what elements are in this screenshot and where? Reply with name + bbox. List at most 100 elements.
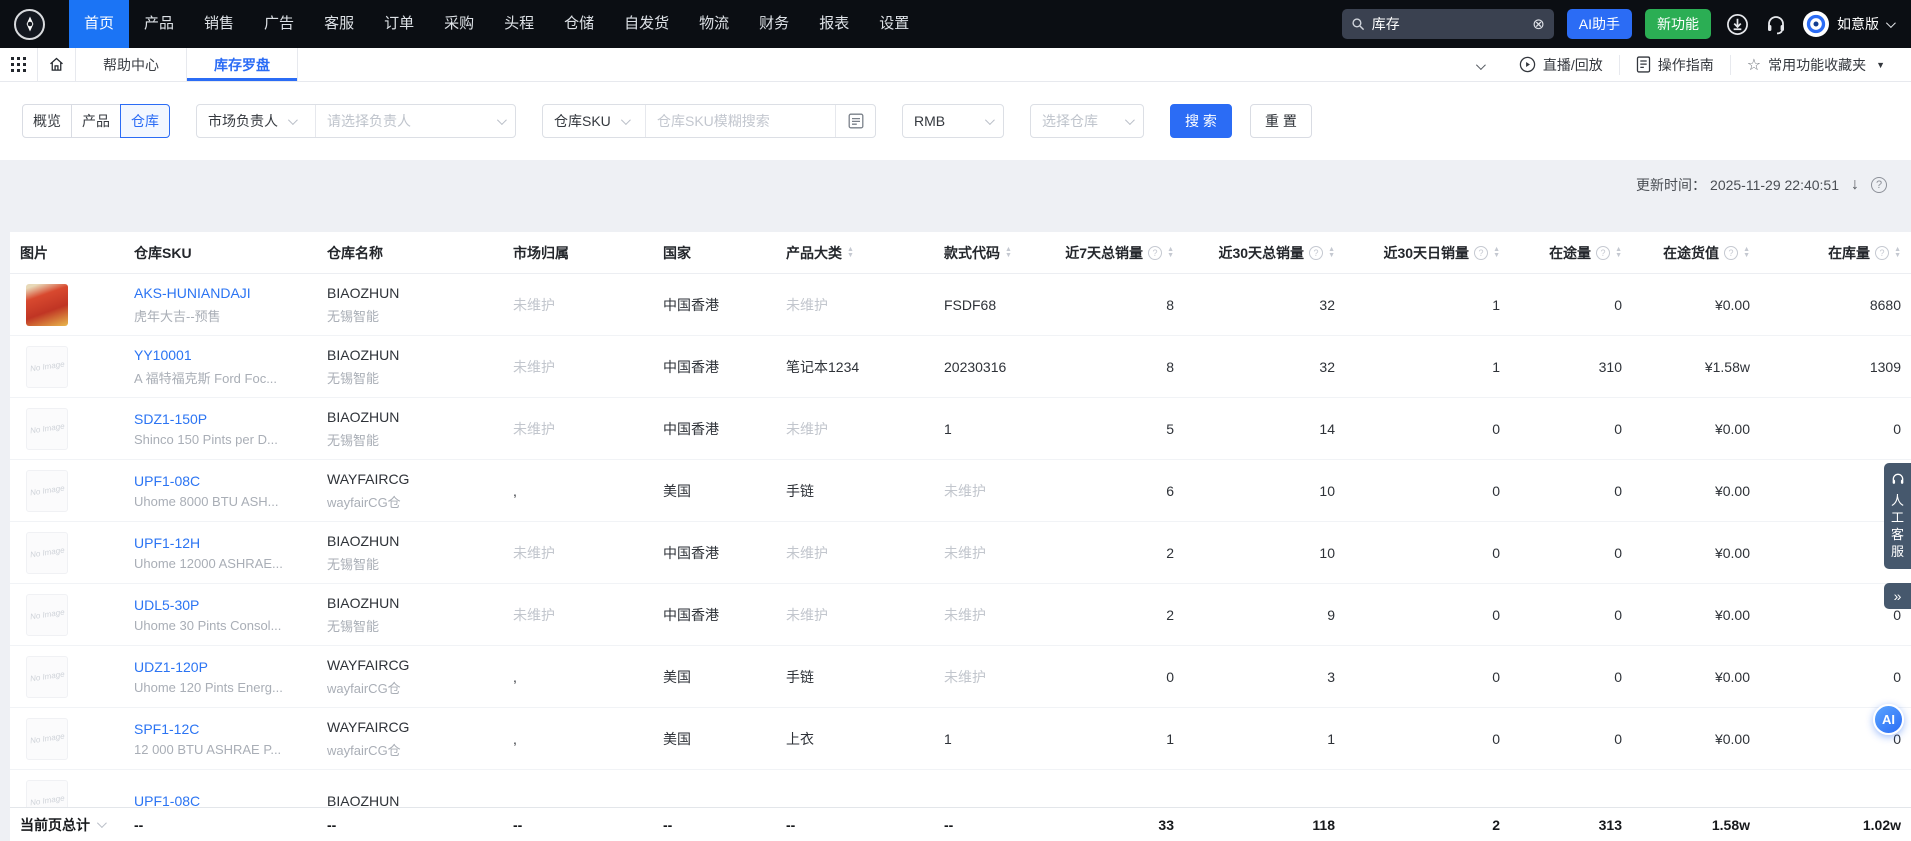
help-icon[interactable]: ?	[1871, 177, 1887, 193]
col-header-8: 近7天总销量? ▲ ▼	[1054, 243, 1184, 263]
help-icon[interactable]: ?	[1596, 245, 1611, 260]
help-icon[interactable]: ?	[1148, 245, 1163, 260]
no-image-label: No Image	[29, 793, 65, 807]
transit-qty-cell: 0	[1614, 482, 1622, 499]
sku-link[interactable]: UPF1-12H	[134, 535, 307, 551]
warehouse-select[interactable]: 选择仓库	[1030, 104, 1144, 138]
nav-item-11[interactable]: 物流	[684, 0, 744, 48]
search-input[interactable]	[1371, 16, 1526, 32]
nav-item-8[interactable]: 头程	[489, 0, 549, 48]
style-code-cell: 未维护	[934, 605, 1054, 625]
sort-icon[interactable]: ▲ ▼	[1615, 246, 1622, 259]
tab-2[interactable]: 库存罗盘	[187, 48, 298, 81]
stock-qty-cell: 0	[1893, 668, 1901, 685]
sku-link[interactable]: UPF1-08C	[134, 793, 307, 808]
clear-search-icon[interactable]: ⊗	[1532, 15, 1545, 33]
view-tab-3[interactable]: 仓库	[120, 104, 170, 138]
no-image-placeholder[interactable]: No Image	[26, 593, 68, 636]
nav-item-12[interactable]: 财务	[744, 0, 804, 48]
market-owner-select[interactable]: 请选择负责人	[315, 105, 515, 137]
sort-icon[interactable]: ▲ ▼	[1743, 246, 1750, 259]
nav-item-13[interactable]: 报表	[804, 0, 864, 48]
market-owner-type-select[interactable]: 市场负责人	[197, 105, 315, 137]
nav-item-3[interactable]: 销售	[189, 0, 249, 48]
col-header-label: 产品大类	[786, 244, 842, 261]
nav-item-1[interactable]: 首页	[69, 0, 130, 48]
stock-qty-cell: 0	[1893, 420, 1901, 437]
sku-desc: 12 000 BTU ASHRAE P...	[134, 741, 282, 757]
sku-link[interactable]: UDL5-30P	[134, 597, 307, 613]
app-logo[interactable]	[14, 8, 45, 40]
sort-icon[interactable]: ▲ ▼	[1167, 246, 1174, 259]
nav-item-4[interactable]: 广告	[249, 0, 309, 48]
help-icon[interactable]: ?	[1724, 245, 1739, 260]
no-image-placeholder[interactable]: No Image	[26, 779, 68, 807]
download-button[interactable]	[1726, 13, 1749, 36]
apps-menu-button[interactable]	[0, 48, 38, 81]
sku-link[interactable]: SPF1-12C	[134, 721, 307, 737]
user-avatar[interactable]	[1803, 11, 1829, 37]
view-tab-1[interactable]: 概览	[22, 104, 72, 138]
nav-item-7[interactable]: 采购	[429, 0, 489, 48]
image-cell: No Image	[10, 779, 124, 807]
sku-link[interactable]: UPF1-08C	[134, 473, 307, 489]
tab-1[interactable]: 帮助中心	[76, 48, 187, 81]
no-image-placeholder[interactable]: No Image	[26, 717, 68, 760]
no-image-placeholder[interactable]: No Image	[26, 345, 68, 388]
table-row: AKS-HUNIANDAJI 虎年大吉--预售 BIAOZHUN 无锡智能 未维护 中国香…	[10, 274, 1911, 336]
footer-dash-cell: --	[513, 816, 523, 833]
no-image-placeholder[interactable]: No Image	[26, 655, 68, 698]
edition-selector[interactable]: 如意版	[1837, 14, 1896, 34]
table-row: No Image UDL5-30P Uhome 30 Pints Consol...…	[10, 584, 1911, 646]
nav-item-10[interactable]: 自发货	[609, 0, 684, 48]
grid-icon	[11, 57, 26, 72]
help-icon[interactable]: ?	[1309, 245, 1324, 260]
panel-collapse-button[interactable]: »	[1884, 583, 1911, 609]
ai-fab-button[interactable]: AI	[1873, 704, 1904, 735]
sku-type-select[interactable]: 仓库SKU	[543, 105, 645, 137]
sku-search-input[interactable]	[657, 113, 824, 129]
nav-item-14[interactable]: 设置	[864, 0, 924, 48]
nav-item-5[interactable]: 客服	[309, 0, 369, 48]
guide-button[interactable]: 操作指南	[1618, 54, 1730, 75]
sort-icon[interactable]: ▲ ▼	[847, 246, 854, 259]
view-tab-2[interactable]: 产品	[71, 104, 121, 138]
sort-icon[interactable]: ▲ ▼	[1493, 246, 1500, 259]
market-owner-label: 市场负责人	[208, 113, 278, 129]
reset-button[interactable]: 重 置	[1250, 104, 1312, 138]
sort-icon[interactable]: ▲ ▼	[1894, 246, 1901, 259]
sku-link[interactable]: AKS-HUNIANDAJI	[134, 285, 307, 301]
sku-batch-input-button[interactable]	[835, 105, 875, 137]
live-replay-button[interactable]: 直播/回放	[1503, 55, 1619, 75]
sort-icon[interactable]: ▲ ▼	[1005, 246, 1012, 259]
sku-link[interactable]: UDZ1-120P	[134, 659, 307, 675]
tabs-collapse-button[interactable]	[1475, 57, 1486, 73]
favorites-button[interactable]: ☆ 常用功能收藏夹 ▼	[1729, 54, 1901, 75]
no-image-placeholder[interactable]: No Image	[26, 407, 68, 450]
market-value: ,	[513, 668, 517, 685]
nav-item-9[interactable]: 仓储	[549, 0, 609, 48]
new-feature-button[interactable]: 新功能	[1645, 9, 1711, 39]
nav-item-2[interactable]: 产品	[129, 0, 189, 48]
refresh-download-icon[interactable]: ↓	[1851, 176, 1859, 194]
product-image[interactable]	[26, 283, 68, 326]
sku-link[interactable]: YY10001	[134, 347, 307, 363]
col-header-label: 在途货值	[1663, 244, 1720, 261]
global-search[interactable]: ⊗	[1341, 9, 1554, 39]
no-image-placeholder[interactable]: No Image	[26, 531, 68, 574]
currency-select[interactable]: RMB	[902, 104, 1004, 138]
help-icon[interactable]: ?	[1474, 245, 1489, 260]
search-button[interactable]: 搜 索	[1170, 104, 1232, 138]
sku-link[interactable]: SDZ1-150P	[134, 411, 307, 427]
category-value: 上衣	[786, 730, 814, 747]
nav-item-6[interactable]: 订单	[369, 0, 429, 48]
help-icon[interactable]: ?	[1875, 245, 1890, 260]
warehouse-cell: BIAOZHUN 无锡智能	[317, 409, 503, 449]
home-tab-button[interactable]	[38, 48, 76, 81]
page-total-selector[interactable]: 当前页总计	[20, 815, 107, 835]
support-button[interactable]	[1764, 12, 1788, 36]
customer-service-panel[interactable]: 人工客服	[1884, 463, 1911, 569]
no-image-placeholder[interactable]: No Image	[26, 469, 68, 512]
ai-assistant-button[interactable]: AI助手	[1566, 9, 1632, 39]
sort-icon[interactable]: ▲ ▼	[1328, 246, 1335, 259]
